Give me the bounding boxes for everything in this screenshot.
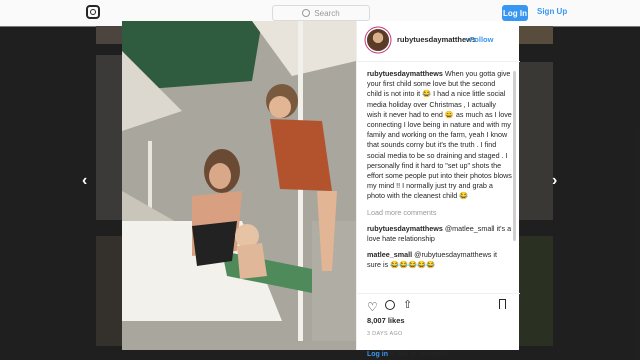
post-modal: rubytuesdaymatthews • Follow rubytuesday… [122,21,520,359]
bookmark-icon[interactable] [499,299,506,309]
caption-username[interactable]: rubytuesdaymatthews [367,69,443,78]
follow-button[interactable]: • Follow [465,35,493,44]
comments-list: rubytuesdaymatthews When you gotta give … [367,69,512,293]
more-options-icon[interactable]: ··· [502,348,512,359]
post-details-panel: rubytuesdaymatthews • Follow rubytuesday… [356,21,520,359]
login-prompt: Log in to like or comment. [367,351,449,358]
follow-label: Follow [469,35,494,44]
login-link[interactable]: Log in [367,351,388,358]
heart-icon[interactable]: ♡ [367,300,378,314]
next-post-arrow-icon[interactable]: › [552,172,557,190]
comment-icon[interactable] [385,300,395,310]
likes-count[interactable]: 8,007 likes [367,316,405,325]
comment-item: matlee_small @rubytuesdaymatthews it sur… [367,250,512,270]
search-icon [302,9,311,17]
signup-link[interactable]: Sign Up [537,7,567,16]
previous-post-arrow-icon[interactable]: ‹ [82,172,87,190]
post-photo-illustration [122,21,356,350]
share-icon[interactable]: ⇧ [403,298,412,311]
post-header: rubytuesdaymatthews • Follow [357,21,520,62]
comment-item: rubytuesdaymatthews @matlee_small it's a… [367,224,512,244]
search-placeholder: Search [314,8,340,18]
caption-text: When you gotta give your first child som… [367,69,512,201]
post-photo[interactable] [122,21,356,350]
post-timestamp: 3 DAYS AGO [367,331,403,337]
post-actions-bar: ♡ ⇧ [357,293,520,314]
comment-username[interactable]: matlee_small [367,250,412,259]
avatar[interactable] [367,29,389,51]
load-more-comments-button[interactable]: Load more comments [367,208,512,218]
instagram-logo-icon[interactable] [86,5,100,19]
login-button[interactable]: Log In [502,5,528,21]
login-prompt-text: to like or comment. [388,351,450,358]
comments-scrollbar[interactable] [513,71,516,241]
comment-username[interactable]: rubytuesdaymatthews [367,224,443,233]
caption: rubytuesdaymatthews When you gotta give … [367,69,512,202]
search-input[interactable]: Search [272,5,370,21]
